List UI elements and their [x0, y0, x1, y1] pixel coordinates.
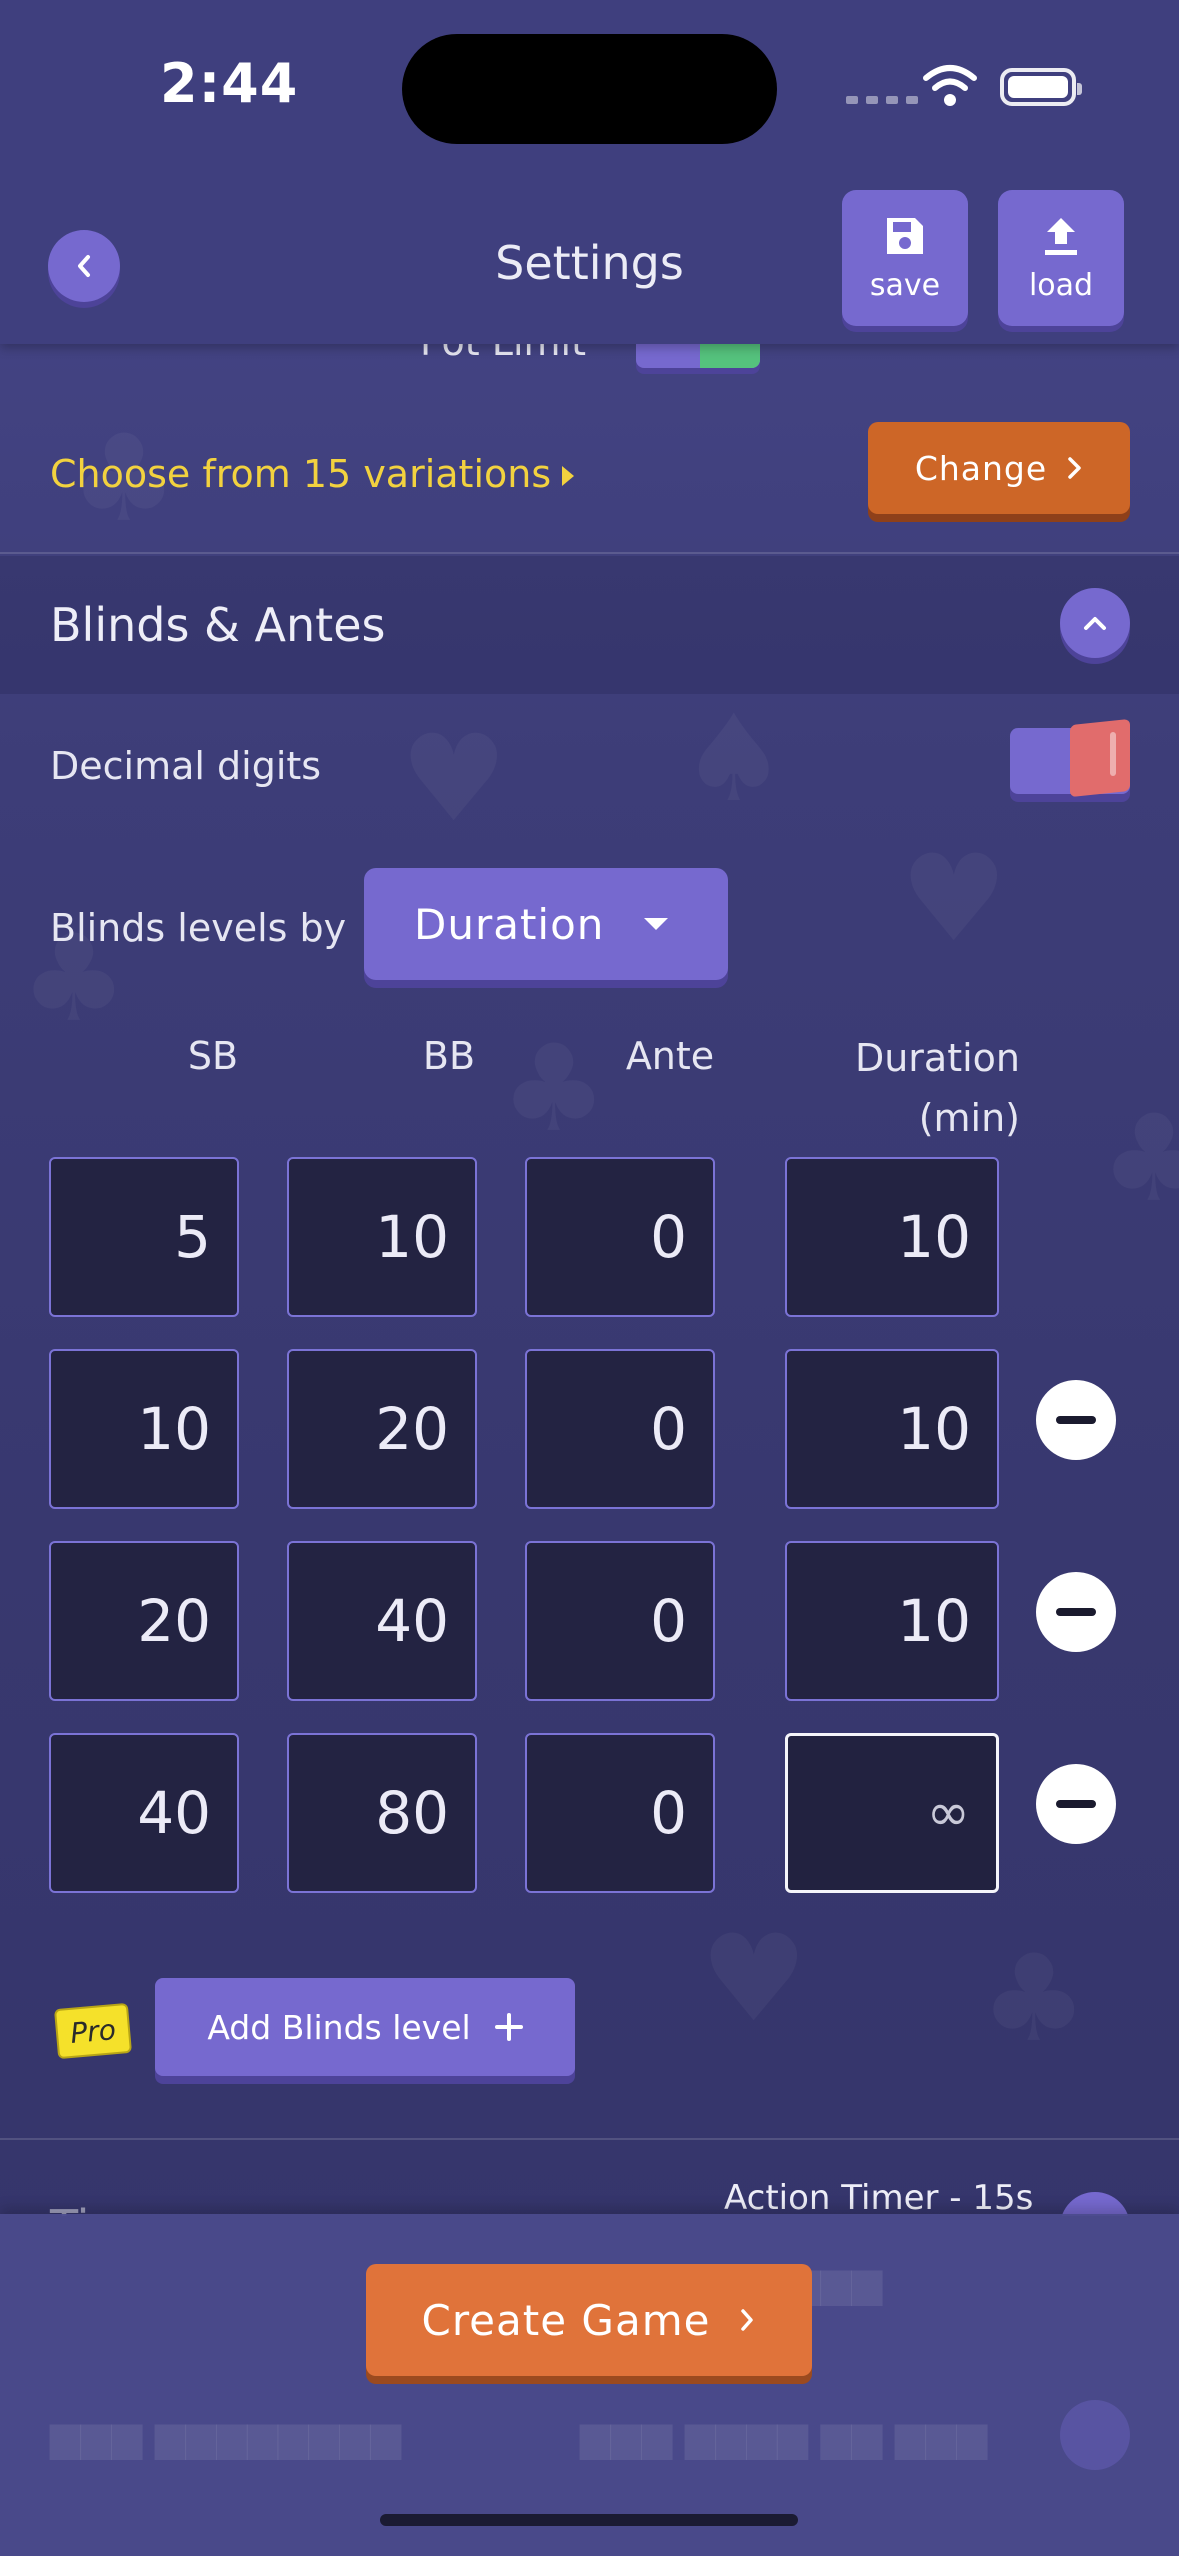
variant-peek-row: Pot Limit [0, 344, 1179, 374]
pro-badge: Pro [53, 2002, 133, 2060]
caret-right-icon [562, 466, 574, 486]
create-game-label: Create Game [421, 2295, 711, 2345]
action-timer-summary: Action Timer - 15s [724, 2178, 1034, 2216]
minus-icon [1056, 1416, 1096, 1424]
level-1-duration-input[interactable]: 10 [785, 1157, 999, 1317]
levels-by-dropdown[interactable]: Duration [364, 868, 728, 980]
level-4-sb-input[interactable]: 40 [49, 1733, 239, 1893]
variant-toggle[interactable] [636, 344, 760, 368]
add-blinds-level-button[interactable]: Add Blinds level [155, 1978, 575, 2076]
obscured-row: ▆▆▆ ▆▆▆▆▆▆▆▆ [50, 2414, 402, 2460]
level-3-bb-input[interactable]: 40 [287, 1541, 477, 1701]
column-header-ante: Ante [625, 1034, 715, 1078]
level-3-duration-input[interactable]: 10 [785, 1541, 999, 1701]
level-4-duration-input[interactable]: ∞ [785, 1733, 999, 1893]
plus-icon [494, 2013, 523, 2041]
decimal-digits-label: Decimal digits [50, 744, 322, 788]
home-indicator[interactable] [380, 2514, 798, 2526]
save-label: save [869, 267, 941, 303]
suit-decoration: ♣ [1100, 1100, 1179, 1220]
change-variant-button[interactable]: Change [868, 422, 1130, 514]
divider [0, 552, 1179, 554]
suit-decoration: ♣ [980, 1940, 1088, 2060]
cellular-signal-icon [846, 96, 918, 104]
load-label: load [1028, 267, 1094, 303]
battery-icon [1000, 68, 1082, 106]
column-header-bb: BB [422, 1034, 476, 1078]
level-1-sb-input[interactable]: 5 [49, 1157, 239, 1317]
change-button-label: Change [914, 448, 1048, 488]
levels-by-value: Duration [414, 899, 605, 949]
expand-timers-button[interactable] [1060, 2192, 1130, 2216]
minus-icon [1056, 1608, 1096, 1616]
level-2-sb-input[interactable]: 10 [49, 1349, 239, 1509]
suit-decoration: ♥ [700, 1920, 808, 2040]
column-header-sb: SB [187, 1034, 239, 1078]
obscured-button [1060, 2400, 1130, 2470]
suit-decoration: ♥ [900, 840, 1008, 960]
blinds-section-title: Blinds & Antes [50, 598, 386, 652]
level-2-bb-input[interactable]: 20 [287, 1349, 477, 1509]
level-2-ante-input[interactable]: 0 [525, 1349, 715, 1509]
levels-by-label: Blinds levels by [50, 906, 347, 950]
caret-down-icon [644, 918, 669, 930]
remove-level-2-button[interactable] [1036, 1380, 1116, 1460]
top-header: 2:44 Settings save load [0, 0, 1179, 344]
upload-icon [1045, 217, 1077, 255]
chevron-right-icon [1068, 457, 1081, 479]
dynamic-island [402, 34, 777, 144]
obscured-row: ▆▆▆ ▆▆▆▆ ▆▆ ▆▆▆ [580, 2414, 988, 2460]
add-blinds-level-label: Add Blinds level [207, 2007, 471, 2047]
level-1-ante-input[interactable]: 0 [525, 1157, 715, 1317]
level-2-duration-input[interactable]: 10 [785, 1349, 999, 1509]
duration-unit-label: (min) [918, 1096, 1020, 1140]
variations-link[interactable]: Choose from 15 variations [50, 452, 551, 496]
level-3-ante-input[interactable]: 0 [525, 1541, 715, 1701]
duration-header-label: Duration [854, 1036, 1020, 1080]
wifi-icon [923, 65, 977, 106]
chevron-up-icon [1084, 617, 1106, 630]
collapse-section-button[interactable] [1060, 588, 1130, 658]
level-4-bb-input[interactable]: 80 [287, 1733, 477, 1893]
minus-icon [1056, 1800, 1096, 1808]
floppy-disk-icon [887, 217, 923, 254]
suit-decoration: ♠ [680, 700, 788, 820]
column-header-duration: Duration (min) [780, 1028, 1020, 1148]
level-4-ante-input[interactable]: 0 [525, 1733, 715, 1893]
level-3-sb-input[interactable]: 20 [49, 1541, 239, 1701]
suit-decoration: ♥ [400, 720, 508, 840]
load-button[interactable]: load [998, 190, 1124, 326]
level-1-bb-input[interactable]: 10 [287, 1157, 477, 1317]
chevron-right-icon [741, 2309, 754, 2331]
remove-level-3-button[interactable] [1036, 1572, 1116, 1652]
timers-section-peek[interactable]: Timers Action Timer - 15s [0, 2140, 1179, 2216]
create-game-button[interactable]: Create Game [366, 2264, 812, 2376]
save-button[interactable]: save [842, 190, 968, 326]
decimal-digits-toggle[interactable] [1010, 718, 1130, 798]
status-time: 2:44 [160, 52, 299, 115]
variant-label: Pot Limit [420, 344, 586, 364]
remove-level-4-button[interactable] [1036, 1764, 1116, 1844]
